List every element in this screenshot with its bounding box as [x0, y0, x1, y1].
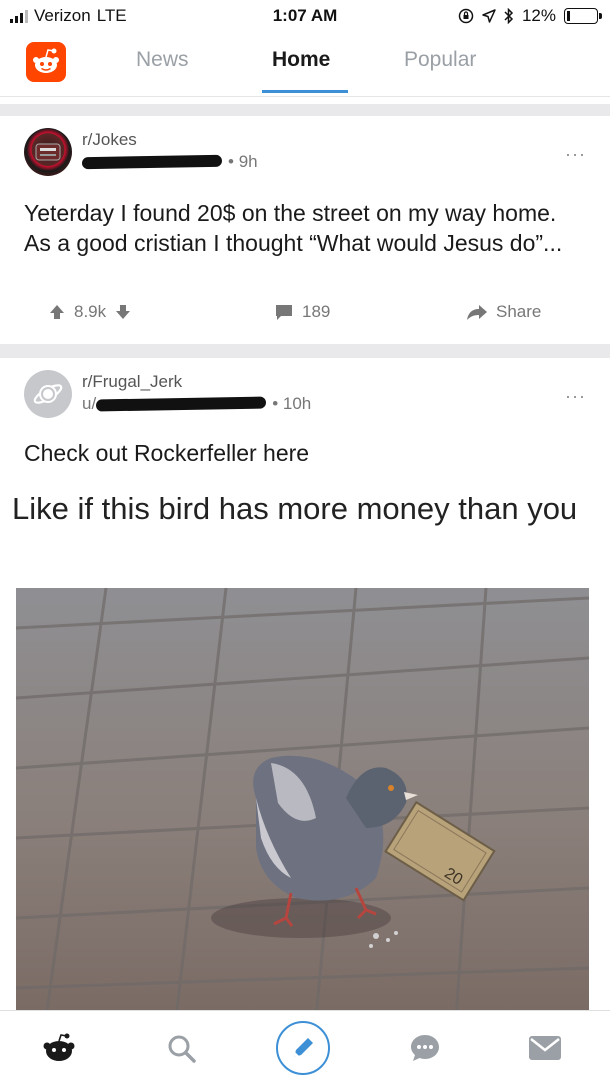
rotation-lock-icon [458, 8, 474, 24]
post-title[interactable]: Check out Rockerfeller here [24, 438, 584, 468]
subreddit-avatar[interactable] [24, 128, 72, 176]
meta-dot: • [228, 152, 239, 171]
redacted-username [96, 396, 267, 412]
reddit-home-icon[interactable] [36, 1025, 82, 1071]
post-meta: u/ • 10h [82, 394, 311, 414]
app-header: News Home Popular [0, 34, 610, 96]
pigeon-illustration: 20 [16, 588, 589, 1014]
redacted-username [81, 154, 223, 170]
post-age: 9h [238, 152, 258, 171]
subreddit-name[interactable]: r/Frugal_Jerk [82, 372, 182, 392]
comment-icon [276, 305, 292, 320]
subreddit-name[interactable]: r/Jokes [82, 130, 137, 150]
share-button[interactable]: Share [466, 302, 541, 322]
battery-icon [564, 8, 602, 24]
share-label: Share [496, 302, 542, 321]
status-bar: Verizon LTE 1:07 AM 12% [0, 0, 610, 32]
author-prefix: u/ [82, 394, 97, 413]
meta-dot: • [272, 394, 283, 413]
subreddit-avatar[interactable] [24, 370, 72, 418]
post-title[interactable]: Yeterday I found 20$ on the street on my… [24, 198, 584, 258]
mail-icon[interactable] [522, 1025, 568, 1071]
bottom-nav [0, 1010, 610, 1084]
post-card[interactable]: r/Jokes • 9h ··· Yeterday I found 20$ on… [0, 116, 610, 344]
location-icon [482, 9, 496, 23]
search-icon[interactable] [158, 1025, 204, 1071]
chat-icon[interactable] [402, 1025, 448, 1071]
active-tab-indicator [262, 90, 348, 93]
tab-news[interactable]: News [136, 48, 189, 72]
feed-tabs: News Home Popular [100, 34, 520, 96]
pigeon-photo: 20 [16, 588, 589, 1014]
more-options-button[interactable]: ··· [565, 144, 586, 165]
post-age: 10h [282, 394, 312, 413]
battery-percent: 12% [521, 6, 556, 25]
feed-separator [0, 104, 610, 116]
upvote-icon[interactable] [48, 303, 66, 321]
reddit-alien-icon[interactable] [26, 42, 66, 82]
tab-home[interactable]: Home [272, 48, 330, 72]
vote-group: 8.9k [48, 302, 132, 322]
post-actions: 8.9k 189 Share [0, 302, 610, 332]
comment-count: 189 [302, 302, 331, 321]
post-image[interactable]: Like if this bird has more money than yo… [0, 484, 610, 1014]
header-divider [0, 96, 610, 97]
status-right: 12% [458, 6, 602, 26]
post-meta: • 9h [81, 152, 258, 172]
bluetooth-icon [504, 8, 514, 24]
post-card[interactable]: r/Frugal_Jerk u/ • 10h ··· Check out Roc… [0, 358, 610, 484]
comments-button[interactable]: 189 [274, 302, 330, 322]
meme-caption: Like if this bird has more money than yo… [12, 491, 578, 526]
tab-popular[interactable]: Popular [404, 48, 476, 72]
vote-count: 8.9k [74, 302, 107, 321]
compose-icon[interactable] [276, 1021, 330, 1075]
downvote-icon[interactable] [114, 303, 132, 321]
more-options-button[interactable]: ··· [565, 386, 586, 407]
feed-separator [0, 344, 610, 358]
planet-icon [33, 384, 63, 404]
share-icon [467, 305, 487, 320]
